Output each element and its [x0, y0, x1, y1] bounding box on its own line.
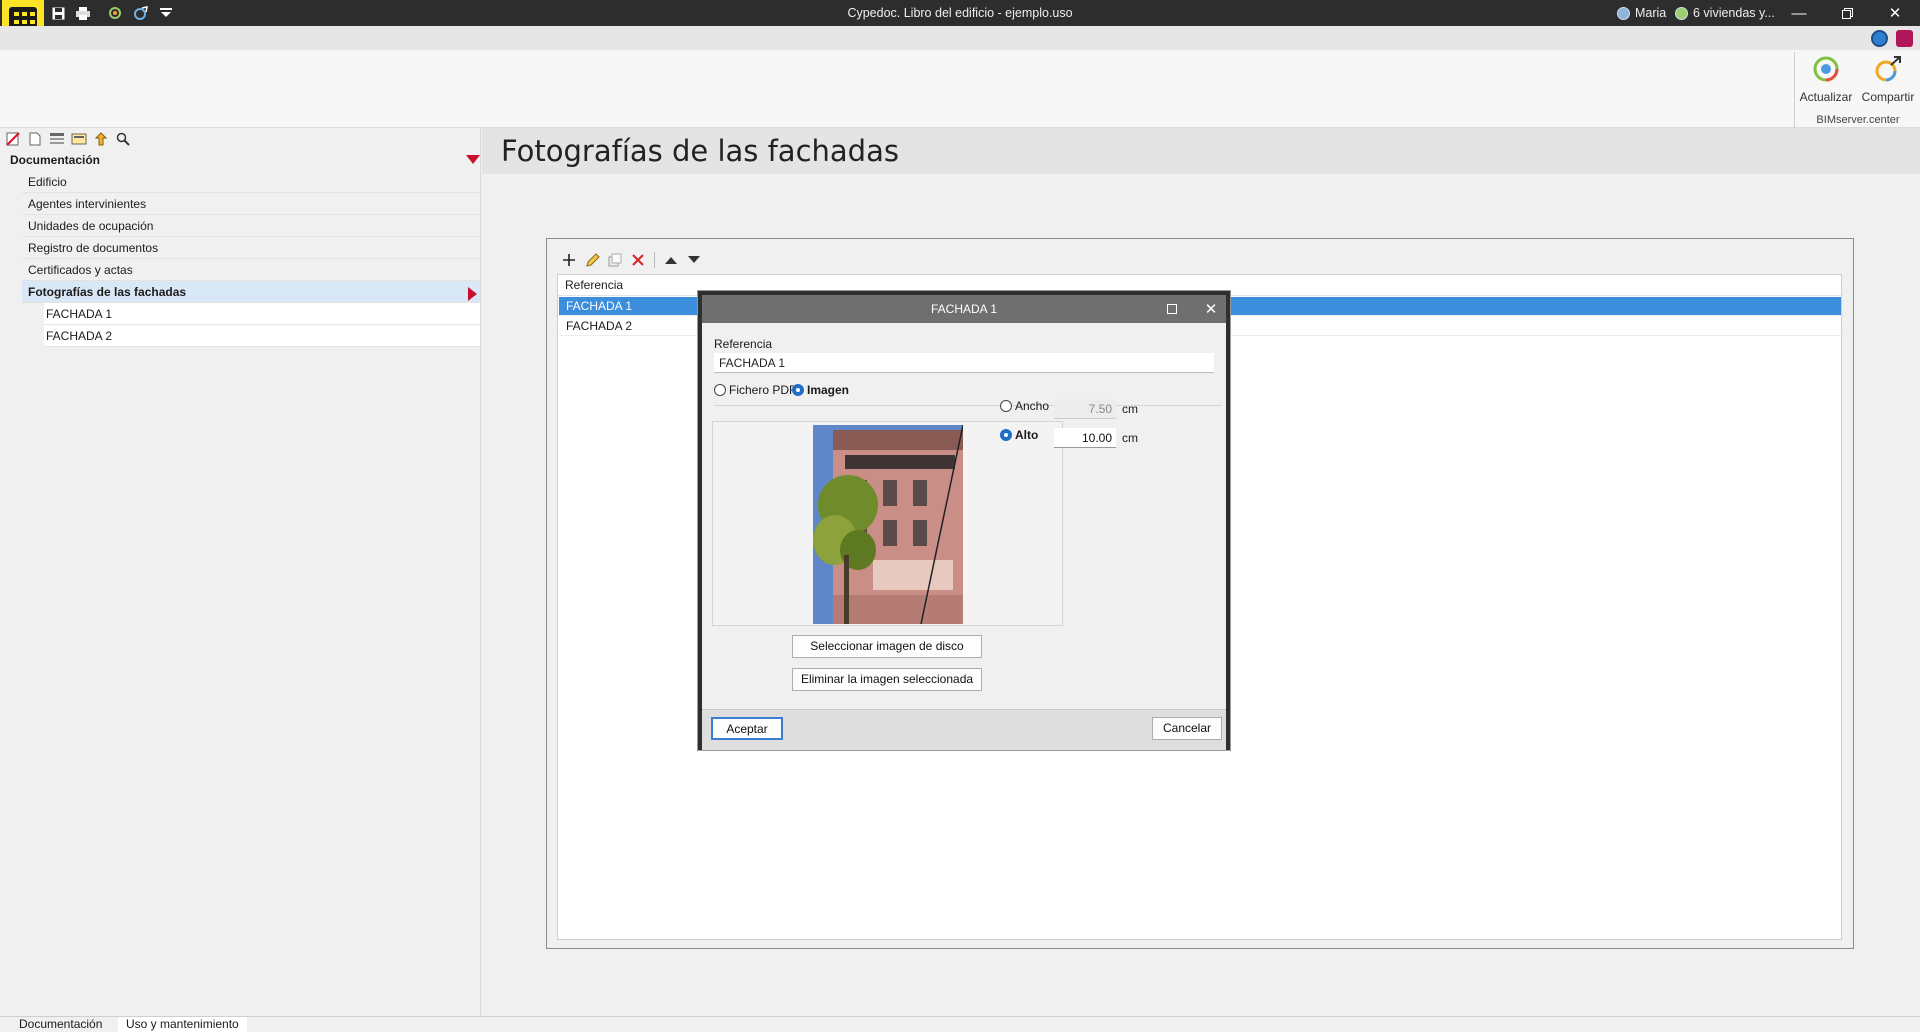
minimize-icon[interactable]: — — [1776, 0, 1822, 26]
update-label: Actualizar — [1799, 90, 1853, 104]
upload-icon[interactable] — [92, 130, 110, 148]
tab-uso-mantenimiento[interactable]: Uso y mantenimiento — [118, 1017, 247, 1032]
restore-icon[interactable] — [1824, 0, 1870, 26]
add-icon[interactable] — [560, 251, 578, 269]
image-preview — [712, 421, 1063, 626]
card-icon[interactable] — [70, 130, 88, 148]
radio-unchecked-icon — [1000, 400, 1012, 412]
tree-toolbar — [4, 130, 132, 148]
radio-checked-icon — [1000, 429, 1012, 441]
height-unit: cm — [1122, 431, 1138, 445]
delete-image-button[interactable]: Eliminar la imagen seleccionada — [792, 668, 982, 691]
ribbon-group-bimserver: Actualizar Compartir BIMserver.center — [1794, 52, 1920, 128]
tree-item-agentes[interactable]: Agentes intervinientes — [22, 193, 480, 215]
new-doc-icon[interactable] — [26, 130, 44, 148]
close-icon[interactable]: ✕ — [1872, 0, 1918, 26]
share-icon[interactable] — [132, 4, 150, 22]
ribbon-group-label: BIMserver.center — [1816, 114, 1900, 126]
bimserver-icon[interactable] — [1871, 30, 1888, 47]
width-option[interactable]: Ancho — [1000, 399, 1049, 413]
tree-item-certificados[interactable]: Certificados y actas — [22, 259, 480, 281]
toolbar-separator — [654, 252, 655, 268]
delete-icon[interactable] — [629, 251, 647, 269]
update-button[interactable]: Actualizar — [1795, 54, 1857, 110]
help-icon[interactable] — [1896, 30, 1913, 47]
share-ribbon-icon — [1873, 54, 1903, 84]
tree-subitem-fachada-1[interactable]: FACHADA 1 — [44, 303, 480, 325]
tree-item-edificio[interactable]: Edificio — [22, 171, 480, 193]
update-icon — [1811, 54, 1841, 84]
project-indicator[interactable]: 6 viviendas y... — [1675, 0, 1775, 26]
width-input[interactable] — [1054, 399, 1116, 419]
list-toolbar — [560, 250, 703, 270]
copy-icon[interactable] — [606, 251, 624, 269]
menu-strip — [0, 26, 1920, 50]
reference-input[interactable] — [714, 353, 1214, 373]
globe-icon — [1617, 6, 1630, 20]
accept-button[interactable]: Aceptar — [711, 717, 783, 740]
user-indicator[interactable]: Maria — [1617, 0, 1666, 26]
share-button[interactable]: Compartir — [1857, 54, 1919, 110]
edit-icon[interactable] — [583, 251, 601, 269]
search-icon[interactable] — [114, 130, 132, 148]
tree-root[interactable]: Documentación — [10, 153, 100, 167]
image-option-label: Imagen — [807, 383, 850, 397]
page-title: Fotografías de las fachadas — [501, 134, 899, 168]
cancel-button[interactable]: Cancelar — [1152, 717, 1222, 740]
ribbon — [0, 50, 1920, 128]
save-icon[interactable] — [49, 4, 67, 22]
pdf-option-label: Fichero PDF — [729, 383, 797, 397]
delete-doc-icon[interactable] — [4, 130, 22, 148]
bottom-tab-bar — [0, 1016, 1920, 1032]
title-bar: Cypedoc. Libro del edificio - ejemplo.us… — [0, 0, 1920, 26]
radio-checked-icon — [792, 384, 804, 396]
move-up-icon[interactable] — [662, 251, 680, 269]
dropdown-icon[interactable] — [157, 4, 175, 22]
user-name: Maria — [1635, 6, 1667, 20]
divider — [714, 405, 1222, 406]
dialog-close-icon[interactable]: ✕ — [1196, 295, 1226, 323]
selected-arrow-icon — [468, 287, 477, 301]
dialog-title-bar: FACHADA 1 ✕ — [702, 295, 1226, 323]
tree-item-registro[interactable]: Registro de documentos — [22, 237, 480, 259]
project-icon — [1675, 6, 1688, 20]
height-input[interactable] — [1054, 428, 1116, 448]
height-label: Alto — [1015, 428, 1039, 442]
refresh-icon[interactable] — [106, 4, 124, 22]
facade-photo — [813, 425, 963, 624]
reference-label: Referencia — [714, 337, 773, 351]
tree-subitem-fachada-2[interactable]: FACHADA 2 — [44, 325, 480, 347]
move-down-icon[interactable] — [685, 251, 703, 269]
radio-unchecked-icon — [714, 384, 726, 396]
dialog-title: FACHADA 1 — [930, 302, 998, 316]
project-name: 6 viviendas y... — [1693, 6, 1775, 20]
height-option[interactable]: Alto — [1000, 428, 1038, 442]
tree-item-unidades[interactable]: Unidades de ocupación — [22, 215, 480, 237]
list-icon[interactable] — [48, 130, 66, 148]
facade-dialog: FACHADA 1 ✕ Referencia Fichero PDF Image… — [698, 291, 1230, 750]
width-label: Ancho — [1015, 399, 1050, 413]
select-image-button[interactable]: Seleccionar imagen de disco — [792, 635, 982, 658]
width-unit: cm — [1122, 402, 1138, 416]
tree-item-fotografias[interactable]: Fotografías de las fachadas — [22, 281, 480, 303]
collapse-arrow-icon[interactable] — [466, 155, 480, 164]
print-icon[interactable] — [74, 4, 92, 22]
share-label: Compartir — [1861, 90, 1915, 104]
maximize-icon[interactable] — [1157, 295, 1187, 323]
image-option[interactable]: Imagen — [792, 383, 849, 397]
pdf-option[interactable]: Fichero PDF — [714, 383, 796, 397]
tab-documentacion[interactable]: Documentación — [11, 1017, 110, 1032]
